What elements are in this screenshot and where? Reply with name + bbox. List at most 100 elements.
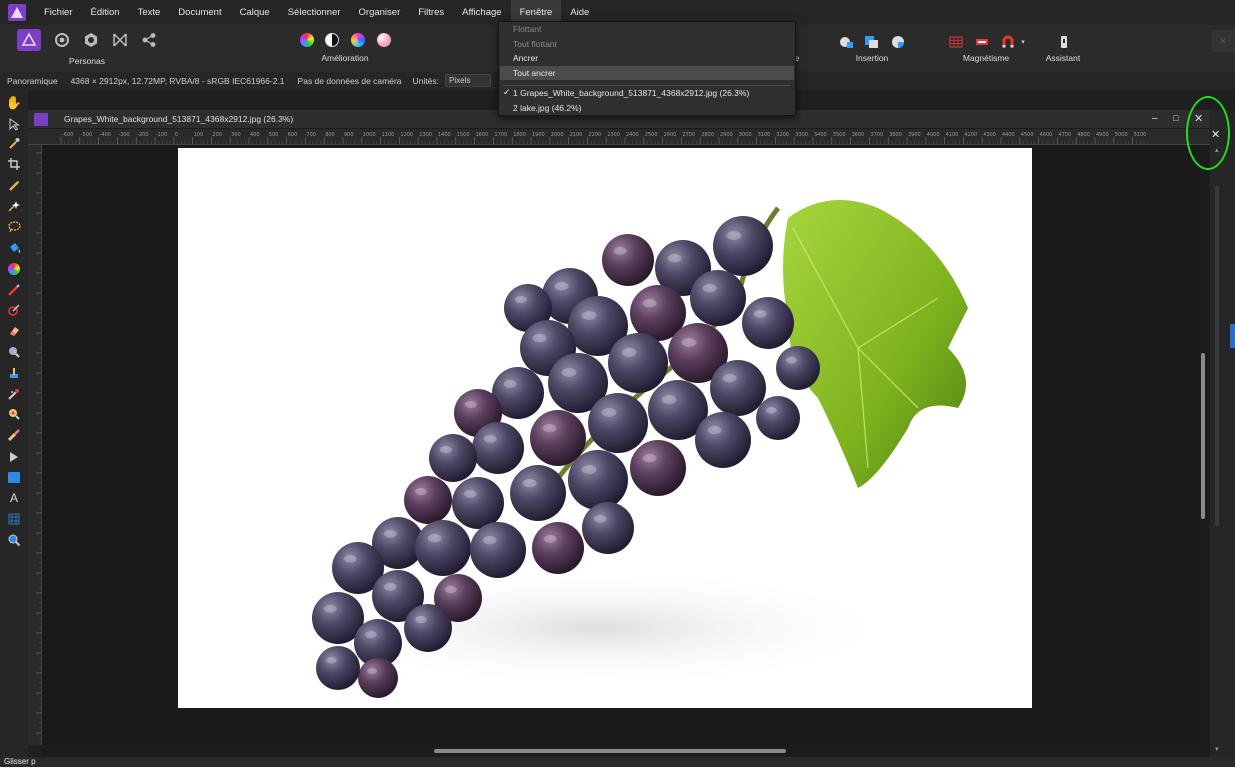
grape-highlight	[561, 368, 577, 377]
color-replacement-brush-icon[interactable]	[7, 303, 21, 317]
horizontal-scroll-thumb[interactable]	[434, 749, 786, 753]
erase-brush-icon[interactable]	[7, 324, 21, 338]
mesh-warp-icon[interactable]	[7, 512, 21, 526]
marquee-ellipse-icon[interactable]	[7, 220, 21, 234]
auto-contrast-icon[interactable]	[320, 29, 344, 51]
snapping-bounds-icon[interactable]	[970, 31, 994, 53]
magnet-dropdown-icon[interactable]: ▾	[1018, 31, 1028, 53]
horizontal-ruler-ticks: -600 -500 -400 -300 -200 -100 0 100 200 300 400 500…	[60, 132, 1148, 144]
ruler-tick-label: 3300	[795, 132, 808, 138]
gradient-tool-icon[interactable]	[7, 262, 21, 276]
panel-scroll-down-icon[interactable]: ▾	[1215, 745, 1219, 753]
ruler-tick-label: 4000	[927, 132, 940, 138]
flood-fill-icon[interactable]	[7, 241, 21, 255]
crop-tool-icon[interactable]	[7, 157, 21, 171]
app-window: Fichier Édition Texte Document Calque Sé…	[0, 0, 1235, 767]
selection-brush-icon[interactable]	[7, 179, 21, 193]
grape-berry	[695, 412, 751, 468]
photo-persona-button[interactable]	[17, 29, 41, 51]
grape-berry	[568, 450, 628, 510]
ruler-tick-label: 3600	[852, 132, 865, 138]
menu-document[interactable]: Document	[169, 0, 230, 25]
ruler-tick-label: 2900	[720, 132, 733, 138]
grapes-illustration	[298, 200, 968, 698]
menu-item-flottant[interactable]: Flottant	[513, 24, 541, 34]
toolbar-collapse-icon[interactable]: ✕	[1211, 30, 1235, 52]
grapes-photo[interactable]	[178, 148, 1032, 708]
insert-top-icon[interactable]	[860, 31, 884, 53]
auto-white-balance-icon[interactable]	[372, 29, 396, 51]
red-eye-removal-icon[interactable]	[7, 407, 21, 421]
menu-item-tout-flottant[interactable]: Tout flottant	[513, 39, 557, 49]
menu-item-ancrer[interactable]: Ancrer	[513, 53, 538, 63]
frequency-separation-brush-icon[interactable]	[7, 428, 21, 442]
ruler-tick-label: 2500	[645, 132, 658, 138]
menu-filtres[interactable]: Filtres	[409, 0, 453, 25]
grape-highlight	[542, 424, 557, 433]
move-tool-icon[interactable]	[7, 117, 21, 131]
grape-berry	[358, 658, 398, 698]
insert-inside-icon[interactable]	[886, 31, 910, 53]
ruler-tick-label: 4600	[1040, 132, 1053, 138]
develop-persona-icon[interactable]	[79, 29, 103, 51]
ruler-tick-label: 1400	[438, 132, 451, 138]
auto-colors-icon[interactable]	[346, 29, 370, 51]
tone-mapping-persona-icon[interactable]	[108, 29, 132, 51]
node-tool-icon[interactable]	[7, 450, 21, 464]
grape-berry	[742, 297, 794, 349]
paint-brush-icon[interactable]	[7, 283, 21, 297]
menu-selectionner[interactable]: Sélectionner	[279, 0, 350, 25]
hand-tool-icon[interactable]: ✋	[6, 95, 22, 110]
menu-fichier[interactable]: Fichier	[35, 0, 82, 25]
menu-item-document-1[interactable]: 1 Grapes_White_background_513871_4368x29…	[513, 88, 749, 98]
vertical-scrollbar[interactable]	[1196, 145, 1210, 757]
amelioration-label: Amélioration	[321, 53, 369, 63]
snapping-grid-icon[interactable]	[944, 31, 968, 53]
grape-highlight	[554, 282, 569, 291]
ruler-tick-label: 800	[325, 132, 335, 138]
vertical-ruler-ticks	[36, 152, 41, 744]
ruler-tick-label: 2300	[607, 132, 620, 138]
zoom-tool-icon[interactable]	[7, 533, 21, 547]
auto-levels-icon[interactable]	[295, 29, 319, 51]
magnet-icon[interactable]	[996, 31, 1020, 53]
menu-edition[interactable]: Édition	[82, 0, 129, 25]
units-select[interactable]: Pixels	[444, 74, 491, 87]
assistant-icon[interactable]	[1052, 31, 1076, 53]
minimize-icon[interactable]: –	[1152, 113, 1158, 124]
grape-highlight	[642, 299, 657, 308]
ruler-tick-label: 1500	[457, 132, 470, 138]
maximize-icon[interactable]: □	[1173, 113, 1178, 123]
menu-item-document-2[interactable]: 2 lake.jpg (46.2%)	[513, 103, 582, 113]
grape-highlight	[383, 530, 397, 538]
panel-scrollbar[interactable]	[1215, 186, 1219, 526]
insert-behind-icon[interactable]	[834, 31, 858, 53]
menu-texte[interactable]: Texte	[129, 0, 170, 25]
rectangle-tool-icon[interactable]	[7, 470, 21, 484]
clone-brush-icon[interactable]	[7, 366, 21, 380]
menu-calque[interactable]: Calque	[231, 0, 279, 25]
blemish-removal-icon[interactable]	[7, 387, 21, 401]
panel-tab-marker[interactable]	[1230, 324, 1235, 348]
grape-berry	[404, 604, 452, 652]
fenetre-dropdown-menu: Flottant Tout flottant Ancrer Tout ancre…	[498, 21, 796, 116]
liquify-persona-icon[interactable]	[50, 29, 74, 51]
grape-highlight	[601, 408, 617, 417]
grape-berry	[472, 422, 524, 474]
grape-berry	[776, 346, 820, 390]
flood-select-icon[interactable]	[7, 199, 21, 213]
menu-item-tout-ancrer[interactable]: Tout ancrer	[513, 68, 556, 78]
grape-berry	[756, 396, 800, 440]
menu-organiser[interactable]: Organiser	[350, 0, 410, 25]
ruler-tick-label: 700	[306, 132, 316, 138]
horizontal-scrollbar[interactable]	[42, 745, 1196, 757]
ruler-tick-label: 200	[212, 132, 222, 138]
ruler-tick-label: 3800	[889, 132, 902, 138]
vertical-scroll-thumb[interactable]	[1201, 353, 1205, 519]
color-picker-icon[interactable]	[7, 136, 21, 150]
grape-highlight	[383, 583, 397, 591]
text-tool-icon[interactable]: A	[7, 491, 21, 505]
status-bar: Glisser p	[0, 757, 1235, 767]
dodge-brush-icon[interactable]	[7, 345, 21, 359]
export-persona-icon[interactable]	[137, 29, 161, 51]
